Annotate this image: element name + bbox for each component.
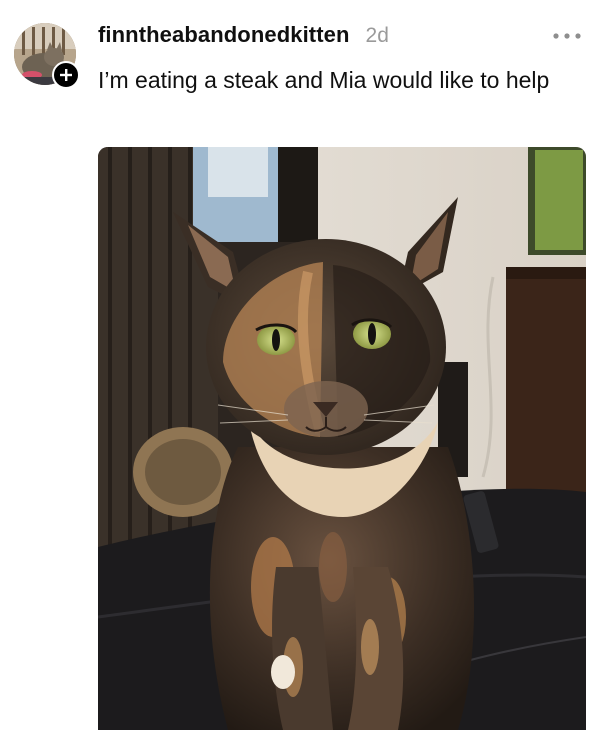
more-options-button[interactable] [550,24,584,48]
cat-photo-image [98,147,586,730]
post-timestamp: 2d [365,24,389,47]
ellipsis-icon [553,33,581,39]
username-link[interactable]: finntheabandonedkitten [98,22,350,48]
thread-post: finntheabandonedkitten 2d I’m eating a s… [0,0,598,730]
post-photo[interactable] [98,147,586,730]
plus-icon [60,69,72,81]
post-caption: I’m eating a steak and Mia would like to… [98,67,550,93]
follow-button[interactable] [52,61,80,89]
post-header: finntheabandonedkitten 2d [98,22,389,52]
avatar-container[interactable] [14,23,80,89]
